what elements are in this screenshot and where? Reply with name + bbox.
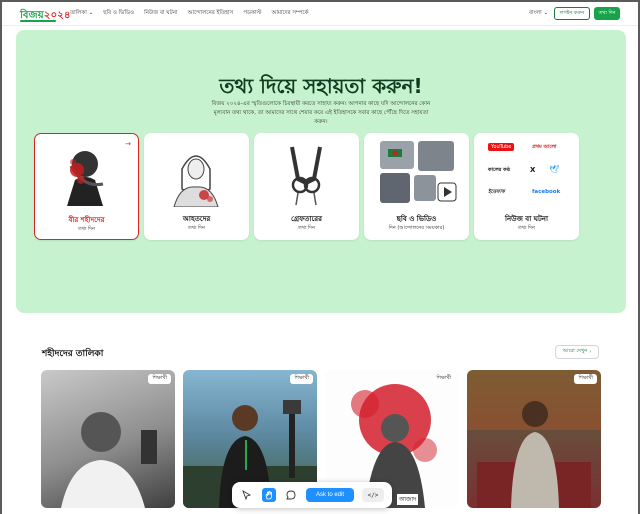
- kaler-kantho-logo: কালের কণ্ঠ: [488, 167, 511, 173]
- card-subtitle: তথ্য দিন: [297, 225, 316, 231]
- section-title: শহীদদের তালিকা: [42, 349, 104, 359]
- martyr-photo-card[interactable]: শিক্ষার্থী: [41, 370, 175, 508]
- card-photos-videos[interactable]: ছবি ও ভিডিও দিন (আন্দোলনের সময়কার): [364, 133, 469, 240]
- code-view-button[interactable]: </>: [362, 488, 384, 502]
- give-info-button[interactable]: তথ্য দিন: [594, 7, 620, 20]
- card-subtitle: তথ্য দিন: [187, 225, 206, 231]
- photos-collage: [380, 141, 457, 203]
- photo-caption: আজাদ: [397, 494, 419, 505]
- menu-item-news[interactable]: নিউজ বা ঘটনা: [144, 10, 178, 18]
- portrait-photo: [467, 370, 601, 508]
- top-nav: বিজয়২০২৪ তালিকা ⌄ ছবি ও ভিডিও নিউজ বা ঘ…: [2, 2, 638, 26]
- student-tag: শিক্ষার্থী: [574, 374, 597, 384]
- chevron-down-icon: ⌄: [88, 10, 94, 16]
- card-arrested[interactable]: গ্রেফতারের তথ্য দিন: [254, 133, 359, 240]
- floating-toolbar: Ask to edit </>: [232, 482, 392, 508]
- logo-underline: [20, 20, 56, 22]
- handcuff-illustration: [290, 146, 322, 206]
- facebook-logo: facebook: [532, 189, 561, 195]
- info-cards: → বীর শহীদদের তথ্য দিন আহতদের তথ্য দিন গ…: [34, 133, 579, 240]
- ittefaq-logo: ইত্তেফাক: [488, 189, 505, 195]
- menu-item-about[interactable]: আমাদের সম্পর্কে: [271, 10, 308, 18]
- card-news[interactable]: YouTube প্রথম আলো কালের কণ্ঠ X 🕊 ইত্তেফা…: [474, 133, 579, 240]
- student-tag: শিক্ষার্থী: [148, 374, 171, 384]
- hero-description: বিজয় ২০২৪-এর স্মৃতিগুলোকে চিরস্থায়ী কর…: [211, 101, 431, 125]
- prothom-alo-logo: প্রথম আলো: [532, 144, 557, 150]
- language-selector[interactable]: বাংলা ⌄: [529, 10, 548, 18]
- card-title: বীর শহীদদের: [68, 216, 105, 224]
- injured-illustration: [173, 155, 219, 207]
- card-injured[interactable]: আহতদের তথ্য দিন: [144, 133, 249, 240]
- twitter-bird-icon: 🕊: [549, 165, 560, 174]
- ask-to-edit-button[interactable]: Ask to edit: [306, 488, 354, 502]
- chevron-right-icon: ›: [589, 349, 592, 355]
- comment-icon[interactable]: [284, 488, 298, 502]
- martyr-illustration: [67, 151, 104, 206]
- menu-item-podcast[interactable]: পডকাস্ট: [243, 10, 261, 18]
- news-logos: YouTube প্রথম আলো কালের কণ্ঠ X 🕊 ইত্তেফা…: [482, 139, 571, 207]
- chevron-down-icon: ⌄: [543, 10, 549, 16]
- card-title: ছবি ও ভিডিও: [396, 215, 437, 223]
- card-subtitle: তথ্য দিন: [77, 226, 96, 232]
- main-menu: তালিকা ⌄ ছবি ও ভিডিও নিউজ বা ঘটনা আন্দোল…: [70, 10, 308, 18]
- pointer-cursor-icon[interactable]: [240, 488, 254, 502]
- login-button[interactable]: লগইন করুন: [554, 7, 590, 20]
- arrow-right-icon: →: [125, 140, 131, 148]
- card-martyrs[interactable]: → বীর শহীদদের তথ্য দিন: [34, 133, 139, 240]
- portrait-photo: [61, 412, 157, 508]
- see-more-button[interactable]: আরো দেখুন ›: [555, 345, 599, 359]
- menu-item-list[interactable]: তালিকা ⌄: [70, 10, 93, 18]
- menu-item-photos[interactable]: ছবি ও ভিডিও: [103, 10, 134, 18]
- site-logo[interactable]: বিজয়২০২৪: [20, 8, 71, 25]
- card-title: আহতদের: [182, 215, 211, 223]
- x-logo: X: [530, 166, 536, 174]
- card-subtitle: দিন (আন্দোলনের সময়কার): [388, 225, 445, 231]
- card-title: নিউজ বা ঘটনা: [504, 215, 549, 223]
- student-tag: শিক্ষার্থী: [432, 374, 455, 384]
- youtube-logo: YouTube: [488, 143, 515, 151]
- hand-tool-icon[interactable]: [262, 488, 276, 502]
- menu-item-history[interactable]: আন্দোলনের ইতিহাস: [188, 10, 234, 18]
- student-tag: শিক্ষার্থী: [290, 374, 313, 384]
- browser-frame: বিজয়২০২৪ তালিকা ⌄ ছবি ও ভিডিও নিউজ বা ঘ…: [2, 2, 638, 514]
- martyr-photo-card[interactable]: শিক্ষার্থী: [467, 370, 601, 508]
- card-title: গ্রেফতারের: [291, 215, 322, 223]
- card-subtitle: তথ্য দিন: [517, 225, 536, 231]
